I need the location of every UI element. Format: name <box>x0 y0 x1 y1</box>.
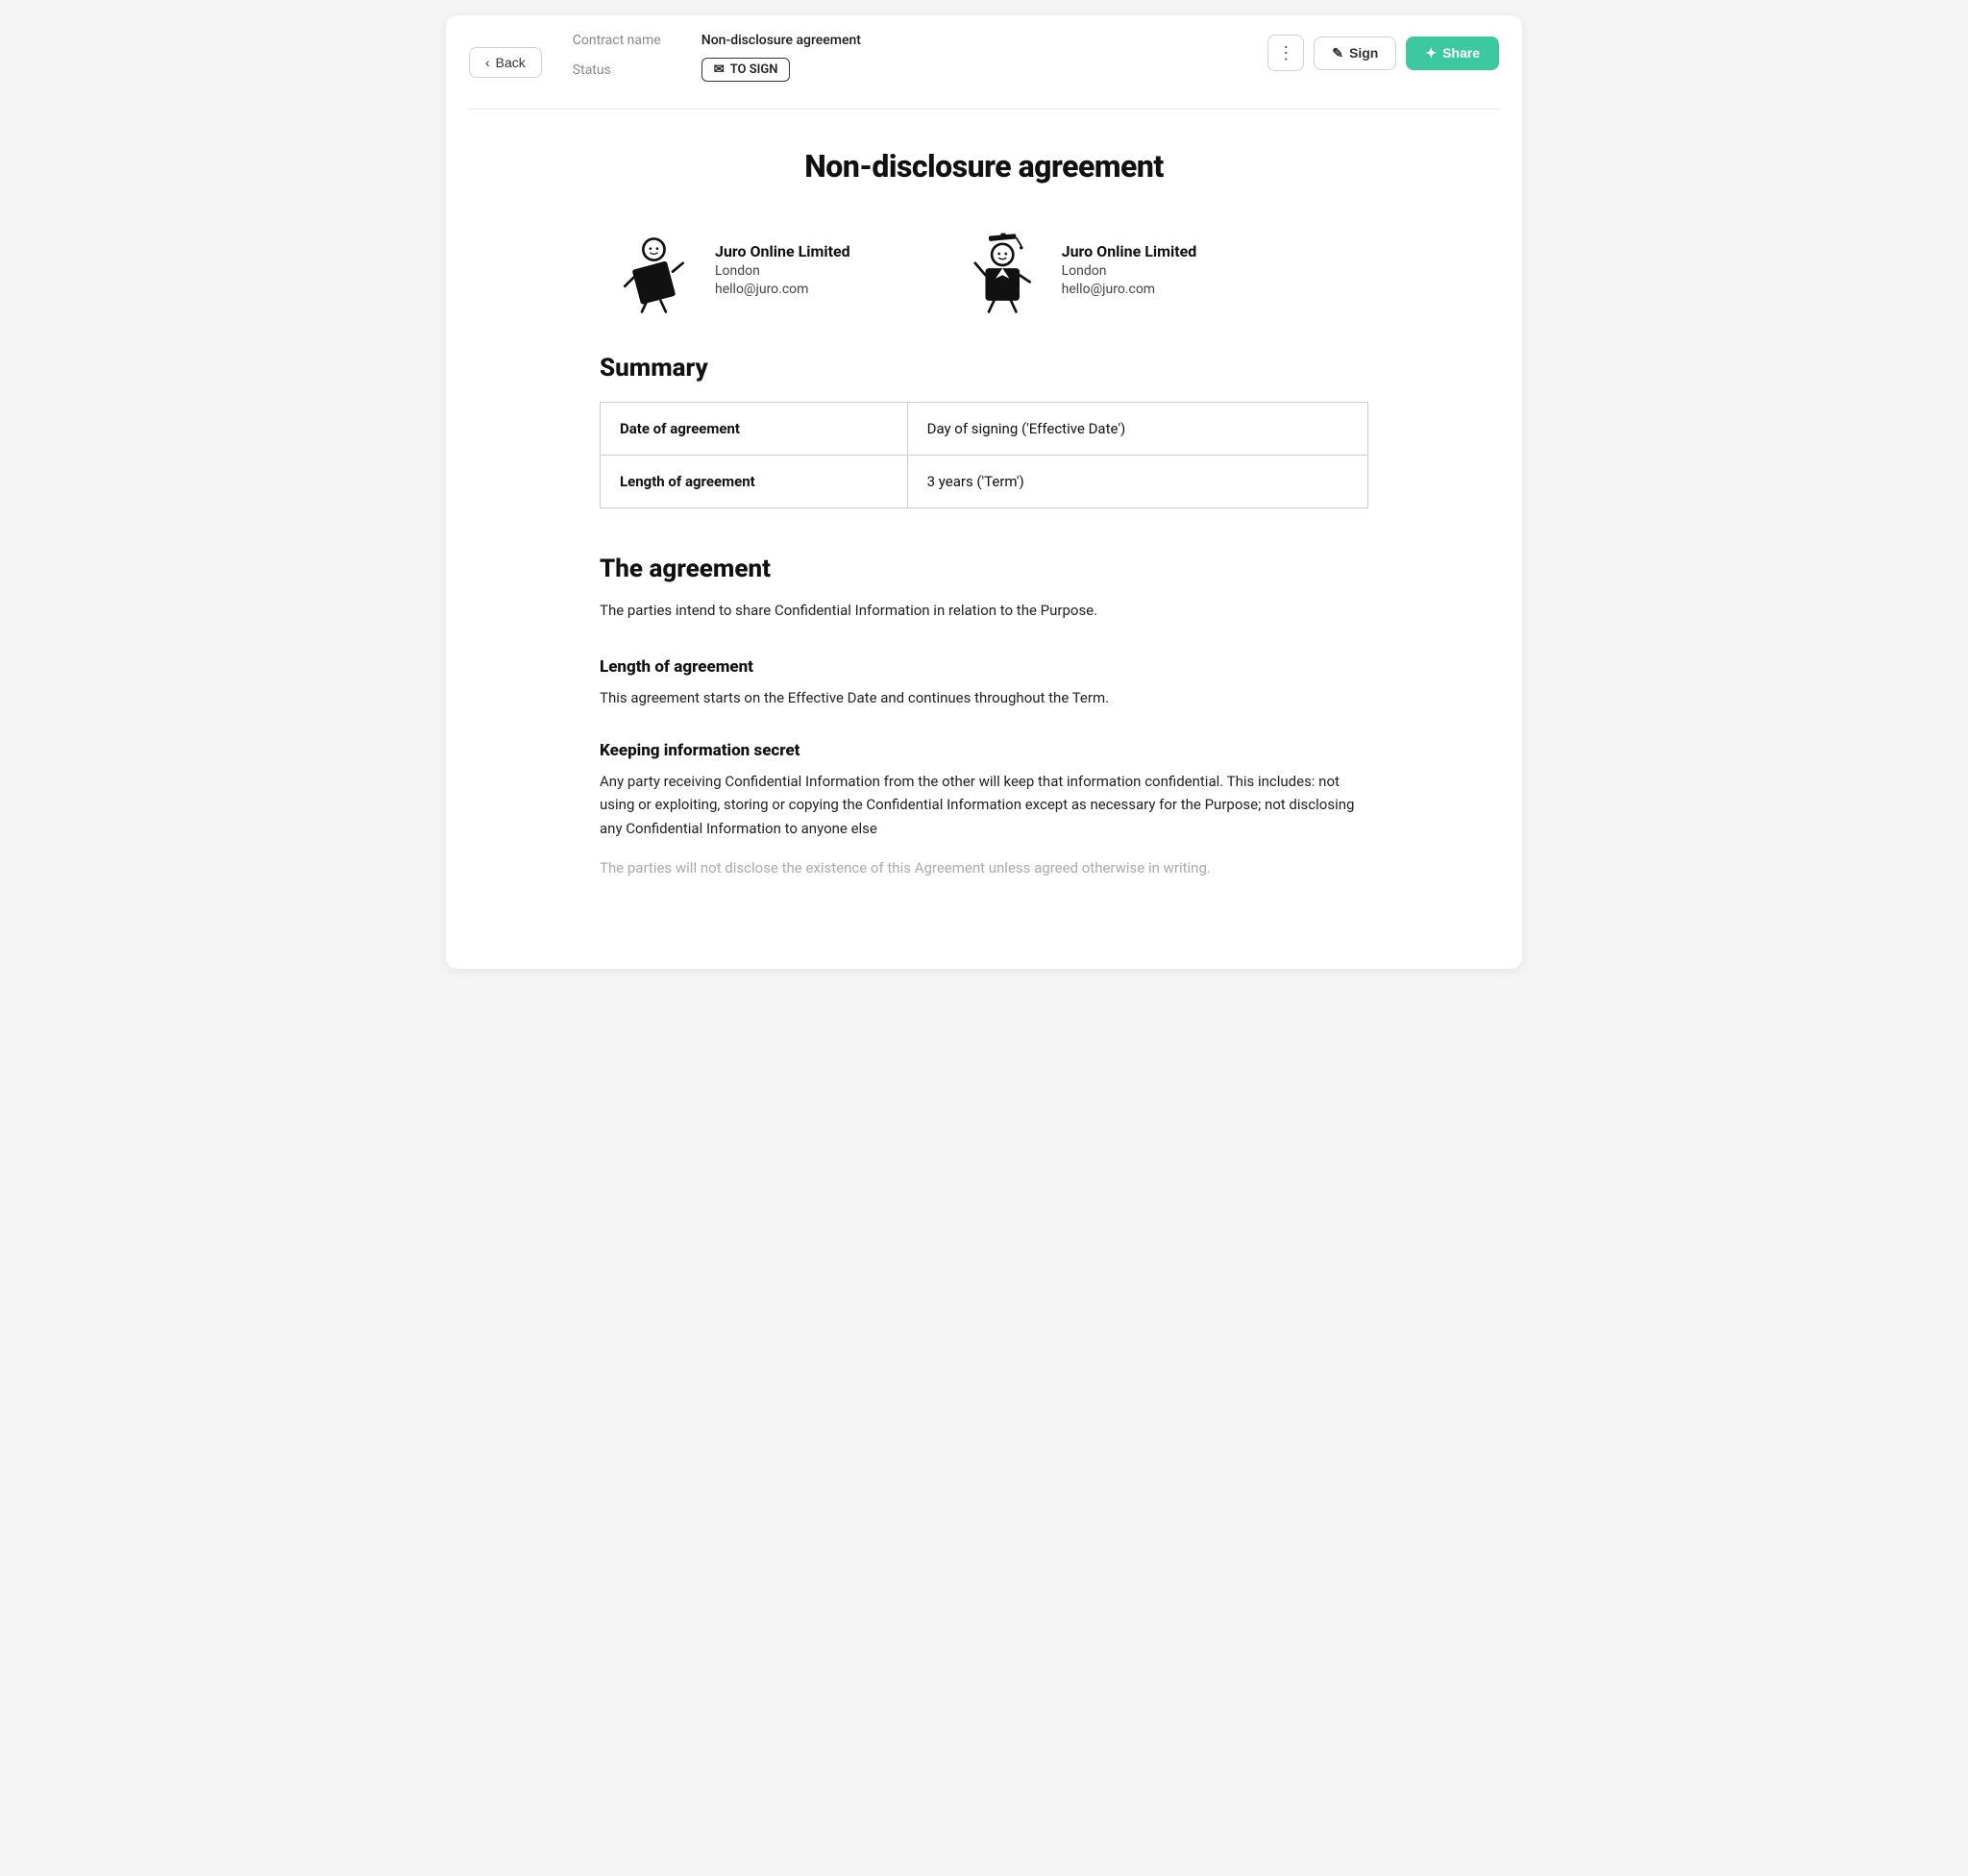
status-badge: ✉ TO SIGN <box>701 58 791 82</box>
more-options-button[interactable]: ⋮ <box>1267 35 1304 71</box>
status-value: TO SIGN <box>730 62 778 77</box>
header-meta: Contract name Non-disclosure agreement S… <box>573 33 1267 91</box>
party-1-name: Juro Online Limited <box>715 242 850 260</box>
contract-name-row: Contract name Non-disclosure agreement <box>573 33 1267 48</box>
header: ‹ Back Contract name Non-disclosure agre… <box>446 15 1522 91</box>
share-label: Share <box>1442 45 1480 61</box>
contract-name-label: Contract name <box>573 33 678 48</box>
table-row: Length of agreement 3 years ('Term') <box>601 456 1368 508</box>
document-body: Non-disclosure agreement <box>523 110 1445 969</box>
length-text: This agreement starts on the Effective D… <box>600 686 1368 710</box>
parties-section: Juro Online Limited London hello@juro.co… <box>600 231 1368 308</box>
length-title: Length of agreement <box>600 657 1368 677</box>
party-2-email: hello@juro.com <box>1062 282 1197 297</box>
page-container: ‹ Back Contract name Non-disclosure agre… <box>446 15 1522 969</box>
agreement-title: The agreement <box>600 555 1368 583</box>
party-2-info: Juro Online Limited London hello@juro.co… <box>1062 242 1197 297</box>
summary-row-2-label: Length of agreement <box>601 456 908 508</box>
secret-faded-text: The parties will not disclose the existe… <box>600 856 1368 880</box>
party-1: Juro Online Limited London hello@juro.co… <box>619 231 850 308</box>
secret-text: Any party receiving Confidential Informa… <box>600 770 1368 841</box>
party-2-city: London <box>1062 263 1197 279</box>
more-dots-icon: ⋮ <box>1277 43 1294 63</box>
back-label: Back <box>496 55 526 70</box>
sign-label: Sign <box>1349 45 1378 61</box>
secret-section: Keeping information secret Any party rec… <box>600 741 1368 880</box>
share-icon: ✦ <box>1425 45 1437 62</box>
party-2: Juro Online Limited London hello@juro.co… <box>966 231 1197 308</box>
status-row: Status ✉ TO SIGN <box>573 58 1267 82</box>
summary-row-2-value: 3 years ('Term') <box>907 456 1367 508</box>
table-row: Date of agreement Day of signing ('Effec… <box>601 403 1368 456</box>
summary-title: Summary <box>600 354 1368 383</box>
party-1-mascot <box>619 231 696 308</box>
length-section: Length of agreement This agreement start… <box>600 657 1368 710</box>
party-2-mascot <box>966 231 1043 308</box>
sign-pen-icon: ✎ <box>1332 45 1343 62</box>
status-label: Status <box>573 62 678 78</box>
summary-section: Summary Date of agreement Day of signing… <box>600 354 1368 508</box>
agreement-section: The agreement The parties intend to shar… <box>600 555 1368 623</box>
party-1-email: hello@juro.com <box>715 282 850 297</box>
contract-name-value: Non-disclosure agreement <box>701 33 861 48</box>
back-button[interactable]: ‹ Back <box>469 47 542 78</box>
send-icon: ✉ <box>714 62 725 77</box>
agreement-intro: The parties intend to share Confidential… <box>600 599 1368 623</box>
document-title: Non-disclosure agreement <box>600 148 1368 185</box>
summary-row-1-label: Date of agreement <box>601 403 908 456</box>
header-actions: ⋮ ✎ Sign ✦ Share <box>1267 33 1499 71</box>
back-arrow-icon: ‹ <box>485 55 490 70</box>
sign-button[interactable]: ✎ Sign <box>1314 37 1396 70</box>
party-2-name: Juro Online Limited <box>1062 242 1197 260</box>
summary-table: Date of agreement Day of signing ('Effec… <box>600 402 1368 508</box>
party-1-city: London <box>715 263 850 279</box>
summary-row-1-value: Day of signing ('Effective Date') <box>907 403 1367 456</box>
secret-title: Keeping information secret <box>600 741 1368 760</box>
party-1-info: Juro Online Limited London hello@juro.co… <box>715 242 850 297</box>
share-button[interactable]: ✦ Share <box>1406 37 1499 70</box>
